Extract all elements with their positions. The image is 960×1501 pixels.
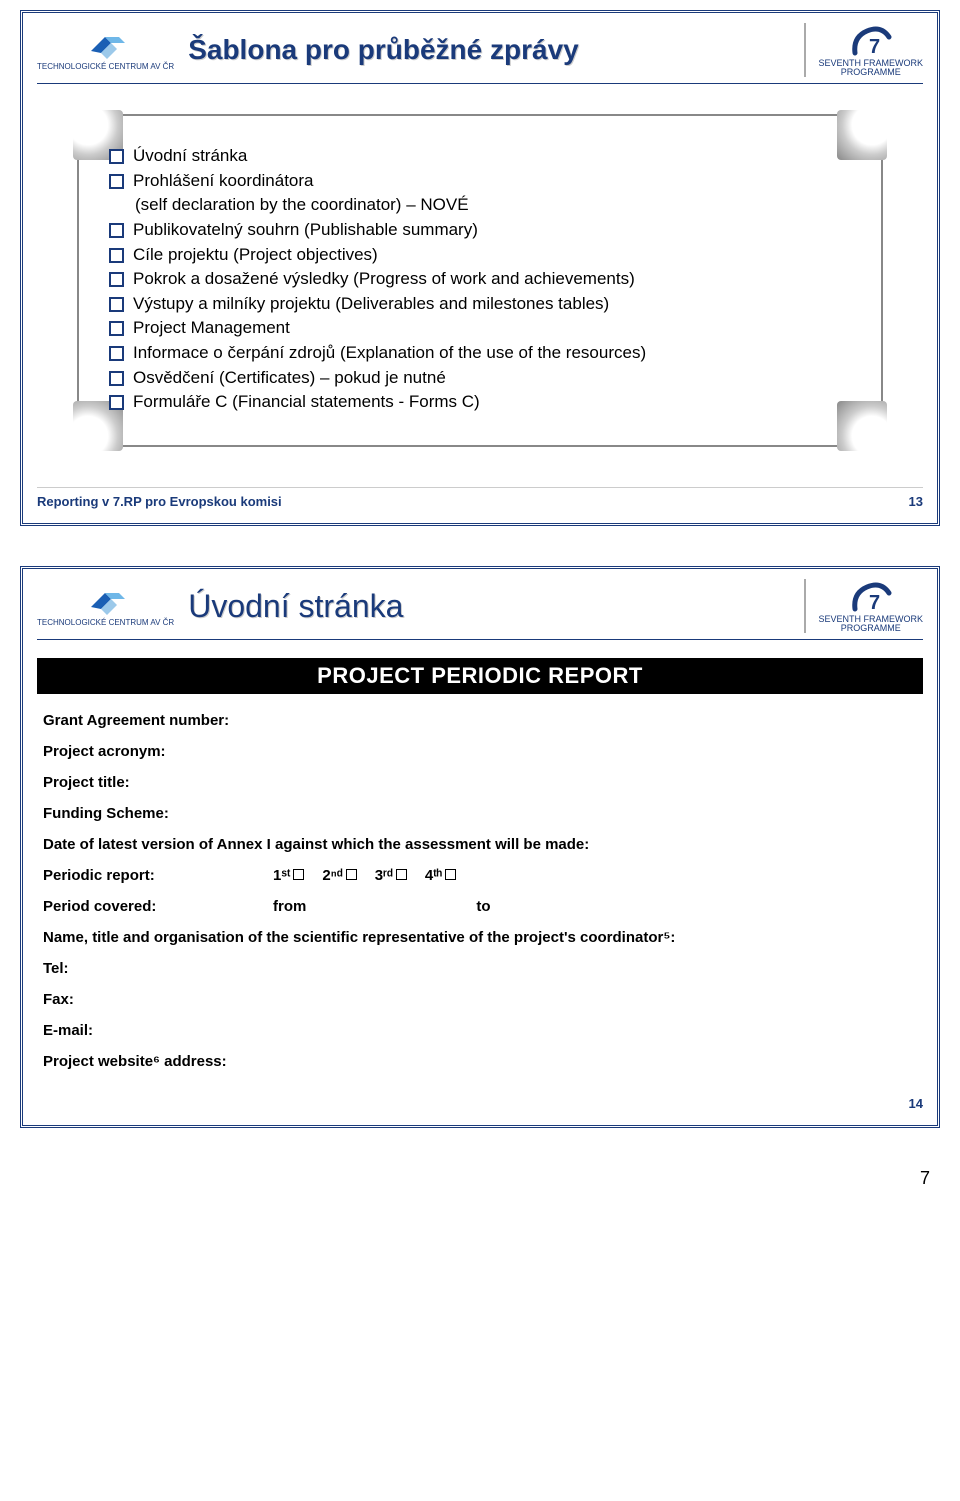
footer-page-number: 13 [909,494,923,509]
ordinal-1: 1ˢᵗ [273,867,290,884]
list-item: Pokrok a dosažené výsledky (Progress of … [109,267,851,292]
slide-header: TECHNOLOGICKÉ CENTRUM AV ČR Úvodní strán… [37,579,923,640]
checkbox-icon[interactable] [293,869,304,880]
field-coord-name: Name, title and organisation of the scie… [43,929,917,946]
field-website: Project website⁶ address: [43,1053,917,1070]
slide-2: TECHNOLOGICKÉ CENTRUM AV ČR Úvodní strán… [20,566,940,1128]
tc-logo: TECHNOLOGICKÉ CENTRUM AV ČR [37,585,174,627]
field-acronym: Project acronym: [43,743,917,760]
tc-logo-text: TECHNOLOGICKÉ CENTRUM AV ČR [37,63,174,71]
bullet-text: Formuláře C (Financial statements - Form… [133,392,480,411]
label-from: from [273,898,306,915]
bullet-text: Cíle projektu (Project objectives) [133,245,378,264]
svg-text:7: 7 [869,592,880,614]
ordinals-group: 1ˢᵗ 2ⁿᵈ 3ʳᵈ 4ᵗʰ [273,867,470,884]
field-funding-scheme: Funding Scheme: [43,805,917,822]
slide-1: TECHNOLOGICKÉ CENTRUM AV ČR Šablona pro … [20,10,940,526]
bullet-text: Informace o čerpání zdrojů (Explanation … [133,343,646,362]
list-item: Formuláře C (Financial statements - Form… [109,390,851,415]
from-to-group: from to [273,898,491,915]
bullet-scroll-panel: Úvodní stránka Prohlášení koordinátora (… [77,114,883,447]
bullet-subtext: (self declaration by the coordinator) – … [135,193,851,218]
list-item: Project Management [109,316,851,341]
label-to: to [476,898,490,915]
fp7-logo: 7 SEVENTH FRAMEWORK PROGRAMME [804,579,923,633]
footer-page-number: 14 [909,1096,923,1111]
bullet-list: Publikovatelný souhrn (Publishable summa… [109,218,851,415]
label-periodic-report: Periodic report: [43,867,213,884]
checkbox-icon[interactable] [346,869,357,880]
tc-logo: TECHNOLOGICKÉ CENTRUM AV ČR [37,29,174,71]
report-title-bar: PROJECT PERIODIC REPORT [37,658,923,694]
list-item: Prohlášení koordinátora [109,169,851,194]
form-body: Grant Agreement number: Project acronym:… [37,712,923,1070]
document-page-number: 7 [20,1168,940,1189]
bullet-text: Výstupy a milníky projektu (Deliverables… [133,294,609,313]
footer-left: Reporting v 7.RP pro Evropskou komisi [37,494,282,509]
field-periodic-report: Periodic report: 1ˢᵗ 2ⁿᵈ 3ʳᵈ 4ᵗʰ [43,867,917,884]
list-item: Výstupy a milníky projektu (Deliverables… [109,292,851,317]
fp7-logo: 7 SEVENTH FRAMEWORK PROGRAMME [804,23,923,77]
ordinal-3: 3ʳᵈ [375,867,393,884]
fp7-text-2: PROGRAMME [841,624,901,633]
fp7-text-2: PROGRAMME [841,68,901,77]
bullet-text: Úvodní stránka [133,146,247,165]
slide-title: Úvodní stránka [188,588,790,625]
bullet-text: Prohlášení koordinátora [133,171,314,190]
field-title: Project title: [43,774,917,791]
ordinal-4: 4ᵗʰ [425,867,442,884]
bullet-text: Pokrok a dosažené výsledky (Progress of … [133,269,635,288]
checkbox-icon[interactable] [396,869,407,880]
list-item: Informace o čerpání zdrojů (Explanation … [109,341,851,366]
list-item: Publikovatelný souhrn (Publishable summa… [109,218,851,243]
bullet-text: Project Management [133,318,290,337]
bullet-text: Osvědčení (Certificates) – pokud je nutn… [133,368,446,387]
tc-logo-text: TECHNOLOGICKÉ CENTRUM AV ČR [37,619,174,627]
field-annex-date: Date of latest version of Annex I agains… [43,836,917,853]
field-email: E-mail: [43,1022,917,1039]
slide-title: Šablona pro průběžné zprávy [188,34,790,66]
field-fax: Fax: [43,991,917,1008]
slide-header: TECHNOLOGICKÉ CENTRUM AV ČR Šablona pro … [37,23,923,84]
field-period-covered: Period covered: from to [43,898,917,915]
slide-footer: 14 [37,1090,923,1111]
checkbox-icon[interactable] [445,869,456,880]
ordinal-2: 2ⁿᵈ [322,867,342,884]
bullet-text: Publikovatelný souhrn (Publishable summa… [133,220,478,239]
list-item: Úvodní stránka [109,144,851,169]
field-grant-agreement: Grant Agreement number: [43,712,917,729]
list-item: Osvědčení (Certificates) – pokud je nutn… [109,366,851,391]
slide-footer: Reporting v 7.RP pro Evropskou komisi 13 [37,487,923,509]
label-period-covered: Period covered: [43,898,213,915]
svg-text:7: 7 [869,36,880,58]
list-item: Cíle projektu (Project objectives) [109,243,851,268]
bullet-list: Úvodní stránka Prohlášení koordinátora [109,144,851,193]
field-tel: Tel: [43,960,917,977]
